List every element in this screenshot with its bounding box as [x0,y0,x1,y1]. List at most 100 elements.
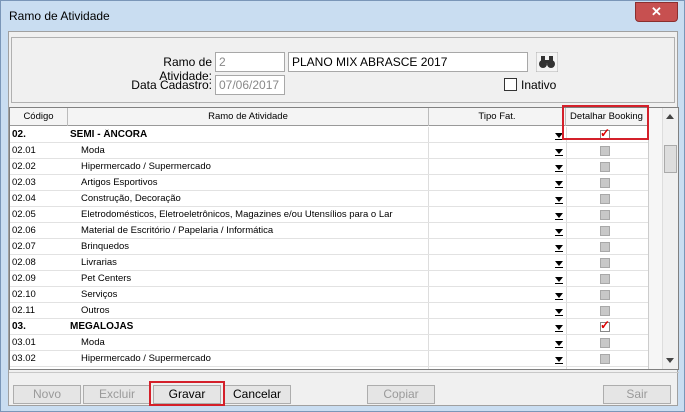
data-cadastro-field[interactable]: 07/06/2017 [215,75,285,95]
table-row[interactable]: 02.10 Serviços [10,287,662,303]
detalhar-checkbox[interactable] [600,162,610,172]
table-row[interactable]: 02.06 Material de Escritório / Papelaria … [10,223,662,239]
detalhar-checkbox[interactable] [600,306,610,316]
row-name: Serviços [81,289,118,300]
chevron-down-icon[interactable] [555,213,563,220]
detalhar-checkbox[interactable] [600,242,610,252]
chevron-down-icon[interactable] [555,197,563,204]
scroll-thumb[interactable] [664,145,677,173]
chevron-down-icon[interactable] [555,181,563,188]
table-row[interactable]: 02.03 Artigos Esportivos [10,175,662,191]
row-name: Moda [81,337,105,348]
tipo-fat-dropdown[interactable] [428,255,565,270]
tipo-fat-dropdown[interactable] [428,175,565,190]
tipo-fat-dropdown[interactable] [428,191,565,206]
detalhar-checkbox[interactable] [600,338,610,348]
col-codigo[interactable]: Código [10,108,68,126]
chevron-down-icon[interactable] [555,293,563,300]
title-bar: Ramo de Atividade ✕ [1,1,684,31]
detalhar-checkbox[interactable] [600,146,610,156]
grid-rows: 02. SEMI - ÂNCORA 02.01 Moda 02.02 Hipermerca… [10,126,662,369]
detalhar-checkbox[interactable] [600,318,610,332]
chevron-down-icon[interactable] [555,325,563,332]
tipo-fat-dropdown[interactable] [428,223,565,238]
table-row[interactable]: 02.08 Livrarias [10,255,662,271]
row-name: Livrarias [81,257,117,268]
row-name: Hipermercado / Supermercado [81,353,211,364]
table-row[interactable]: 02.09 Pet Centers [10,271,662,287]
tipo-fat-dropdown[interactable] [428,303,565,318]
detalhar-cell [566,271,648,286]
vertical-scrollbar[interactable] [662,108,678,369]
tipo-fat-dropdown[interactable] [428,287,565,302]
table-row[interactable]: 02.02 Hipermercado / Supermercado [10,159,662,175]
tipo-fat-dropdown[interactable] [428,351,565,366]
col-ramo[interactable]: Ramo de Atividade [68,108,429,126]
novo-button[interactable]: Novo [13,385,81,404]
detalhar-cell [566,303,648,318]
detalhar-checkbox[interactable] [600,258,610,268]
row-code: 02.09 [12,273,36,284]
chevron-down-icon[interactable] [555,357,563,364]
excluir-button[interactable]: Excluir [83,385,151,404]
tipo-fat-dropdown[interactable] [428,239,565,254]
chevron-down-icon[interactable] [555,165,563,172]
row-name: Brinquedos [81,241,130,252]
chevron-down-icon[interactable] [555,245,563,252]
inativo-checkbox[interactable] [504,78,517,91]
close-button[interactable]: ✕ [635,2,678,22]
chevron-down-icon[interactable] [555,309,563,316]
row-code: 02.05 [12,209,36,220]
scroll-up-icon[interactable] [666,114,674,119]
table-row[interactable]: 02.05 Eletrodomésticos, Eletroeletrônicos… [10,207,662,223]
table-row[interactable]: 03. MEGALOJAS [10,318,662,335]
chevron-down-icon[interactable] [555,149,563,156]
detalhar-cell [566,367,648,369]
detalhar-cell [566,255,648,270]
cancelar-button[interactable]: Cancelar [223,385,291,404]
table-row[interactable]: 02.04 Construção, Decoração [10,191,662,207]
sair-button[interactable]: Sair [603,385,671,404]
grid-right-column [648,108,662,369]
table-row[interactable]: 03.01 Moda [10,335,662,351]
detalhar-checkbox[interactable] [600,210,610,220]
table-row[interactable]: 03.03 Artigos Esportivos [10,367,662,369]
row-name: Moda [81,145,105,156]
copiar-button[interactable]: Copiar [367,385,435,404]
detalhar-cell [566,239,648,254]
tipo-fat-dropdown[interactable] [428,127,565,142]
tipo-fat-dropdown[interactable] [428,207,565,222]
tipo-fat-dropdown[interactable] [428,271,565,286]
ramo-code-field[interactable]: 2 [215,52,285,72]
detalhar-cell [566,175,648,190]
tipo-fat-dropdown[interactable] [428,319,565,334]
table-row[interactable]: 02.01 Moda [10,143,662,159]
detalhar-checkbox[interactable] [600,194,610,204]
table-row[interactable]: 03.02 Hipermercado / Supermercado [10,351,662,367]
table-row[interactable]: 02.11 Outros [10,303,662,319]
row-name: Hipermercado / Supermercado [81,161,211,172]
chevron-down-icon[interactable] [555,277,563,284]
tipo-fat-dropdown[interactable] [428,335,565,350]
table-row[interactable]: 02.07 Brinquedos [10,239,662,255]
chevron-down-icon[interactable] [555,261,563,268]
detalhar-checkbox[interactable] [600,354,610,364]
chevron-down-icon[interactable] [555,341,563,348]
row-code: 03.02 [12,353,36,364]
tipo-fat-dropdown[interactable] [428,159,565,174]
tipo-fat-dropdown[interactable] [428,367,565,369]
row-code: 03. [12,321,26,332]
detalhar-checkbox[interactable] [600,226,610,236]
detalhar-checkbox[interactable] [600,274,610,284]
row-code: 02.10 [12,289,36,300]
scroll-down-icon[interactable] [666,358,674,363]
tipo-fat-dropdown[interactable] [428,143,565,158]
binoculars-icon[interactable] [536,52,558,72]
row-name: Outros [81,305,110,316]
chevron-down-icon[interactable] [555,229,563,236]
window: Ramo de Atividade ✕ Ramo de Atividade: 2… [0,0,685,412]
detalhar-checkbox[interactable] [600,290,610,300]
detalhar-checkbox[interactable] [600,178,610,188]
ramo-name-field[interactable]: PLANO MIX ABRASCE 2017 [288,52,528,72]
col-tipo-fat[interactable]: Tipo Fat. [429,108,566,126]
